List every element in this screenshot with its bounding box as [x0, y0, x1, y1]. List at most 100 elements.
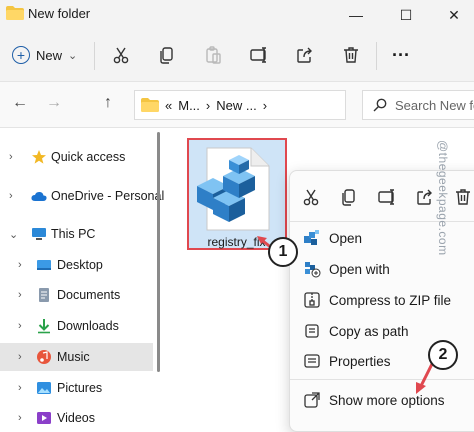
sidebar-item-onedrive[interactable]: › OneDrive - Personal — [0, 182, 164, 210]
chevron-right-icon[interactable]: › — [18, 412, 22, 424]
sidebar-item-label: Desktop — [57, 258, 103, 272]
breadcrumb[interactable]: « M... › New ... › — [134, 90, 346, 120]
window-title: New folder — [28, 6, 91, 21]
search-icon — [373, 98, 387, 112]
sidebar-item-music[interactable]: › Music — [0, 343, 153, 371]
rename-icon — [250, 47, 266, 63]
search-box[interactable]: Search New fc — [362, 90, 474, 120]
toolbar-divider — [376, 42, 377, 70]
folder-icon — [6, 6, 24, 20]
folder-icon — [141, 98, 159, 112]
copy-path-icon — [305, 324, 319, 338]
sidebar-item-label: OneDrive - Personal — [51, 189, 165, 203]
sidebar-item-desktop[interactable]: › Desktop — [0, 251, 160, 279]
chevron-right-icon[interactable]: › — [18, 289, 22, 301]
sidebar-item-downloads[interactable]: › Downloads — [0, 312, 160, 340]
pictures-icon — [37, 382, 51, 394]
paste-button[interactable] — [202, 44, 224, 66]
breadcrumb-overflow[interactable]: « — [165, 98, 172, 113]
registry-file-icon — [197, 147, 270, 231]
sidebar-item-label: Music — [57, 350, 90, 364]
close-button[interactable]: ✕ — [434, 0, 474, 30]
forward-arrow-icon[interactable]: → — [46, 94, 62, 112]
sidebar-item-label: Videos — [57, 411, 95, 425]
new-button-label: New — [36, 47, 63, 63]
rename-icon — [378, 189, 394, 205]
menu-item-label: Properties — [329, 353, 391, 369]
chevron-right-icon[interactable]: › — [18, 320, 22, 332]
back-arrow-icon[interactable]: ← — [12, 94, 28, 112]
sidebar-item-videos[interactable]: › Videos — [0, 404, 160, 432]
sidebar-scrollbar[interactable] — [157, 132, 160, 372]
sidebar-item-label: This PC — [51, 227, 96, 241]
sidebar-item-this-pc[interactable]: ⌄ This PC — [0, 220, 160, 248]
delete-icon — [456, 189, 470, 205]
step-2-badge: 2 — [428, 340, 458, 370]
cut-button[interactable] — [110, 44, 132, 66]
sidebar-item-label: Documents — [57, 288, 121, 302]
chevron-down-icon[interactable]: ⌄ — [9, 228, 18, 241]
chevron-right-icon[interactable]: › — [18, 351, 22, 363]
share-icon — [297, 47, 312, 63]
up-arrow-icon[interactable]: ↑ — [104, 94, 112, 112]
close-icon: ✕ — [448, 6, 460, 23]
step-1-badge: 1 — [268, 237, 298, 267]
search-input: Search New fc — [395, 97, 474, 113]
downloads-icon — [38, 319, 50, 334]
breadcrumb-item[interactable]: M... — [178, 98, 200, 113]
cloud-icon — [31, 191, 47, 201]
cut-icon — [113, 47, 129, 64]
star-icon — [32, 150, 46, 164]
watermark: @thegeekpage.com — [436, 140, 450, 256]
title-bar: New folder — ☐ ✕ — [0, 0, 474, 30]
command-bar: + New ⌄ ··· — [0, 30, 474, 82]
copy-icon — [342, 189, 355, 206]
sidebar-item-quick-access[interactable]: › Quick access — [0, 143, 160, 171]
delete-icon — [344, 47, 358, 63]
context-cut-button[interactable] — [299, 185, 323, 209]
paste-icon — [206, 46, 221, 64]
sidebar-item-documents[interactable]: › Documents — [0, 281, 160, 309]
sidebar-item-label: Downloads — [57, 319, 119, 333]
maximize-button[interactable]: ☐ — [386, 0, 426, 30]
plus-icon: + — [12, 46, 30, 64]
chevron-right-icon[interactable]: › — [18, 382, 22, 394]
chevron-down-icon: ⌄ — [68, 49, 78, 62]
share-button[interactable] — [294, 44, 316, 66]
more-icon: ··· — [392, 44, 410, 65]
sidebar-item-pictures[interactable]: › Pictures — [0, 374, 160, 402]
minimize-button[interactable]: — — [336, 0, 376, 30]
breadcrumb-separator: › — [262, 97, 268, 113]
music-icon — [37, 350, 51, 364]
context-copy-button[interactable] — [337, 185, 361, 209]
copy-button[interactable] — [156, 44, 178, 66]
context-delete-button[interactable] — [451, 185, 474, 209]
toolbar-divider — [94, 42, 95, 70]
breadcrumb-item[interactable]: New ... — [216, 98, 256, 113]
minimize-icon: — — [349, 7, 363, 23]
menu-item-label: Copy as path — [329, 323, 409, 339]
chevron-right-icon[interactable]: › — [18, 259, 22, 271]
open-with-icon — [305, 262, 321, 278]
new-button[interactable]: + New ⌄ — [12, 42, 77, 68]
chevron-right-icon[interactable]: › — [9, 151, 13, 163]
show-more-icon — [304, 392, 320, 408]
menu-item-label: Open — [329, 230, 363, 246]
delete-button[interactable] — [340, 44, 362, 66]
breadcrumb-separator: › — [205, 97, 211, 113]
rename-button[interactable] — [248, 44, 270, 66]
registry-open-icon — [304, 230, 319, 245]
address-bar: ← → ↑ « M... › New ... › Search New fc — [0, 82, 474, 128]
chevron-right-icon[interactable]: › — [9, 190, 13, 202]
context-rename-button[interactable] — [375, 185, 399, 209]
documents-icon — [39, 288, 49, 302]
sidebar-item-label: Quick access — [51, 150, 126, 164]
cut-icon — [303, 189, 319, 206]
videos-icon — [37, 412, 51, 424]
copy-icon — [160, 47, 173, 64]
navigation-pane: › Quick access › OneDrive - Personal ⌄ T… — [0, 128, 164, 432]
pc-icon — [32, 228, 46, 240]
properties-icon — [304, 354, 320, 368]
more-options-button[interactable]: ··· — [390, 44, 412, 66]
maximize-icon: ☐ — [399, 6, 413, 23]
